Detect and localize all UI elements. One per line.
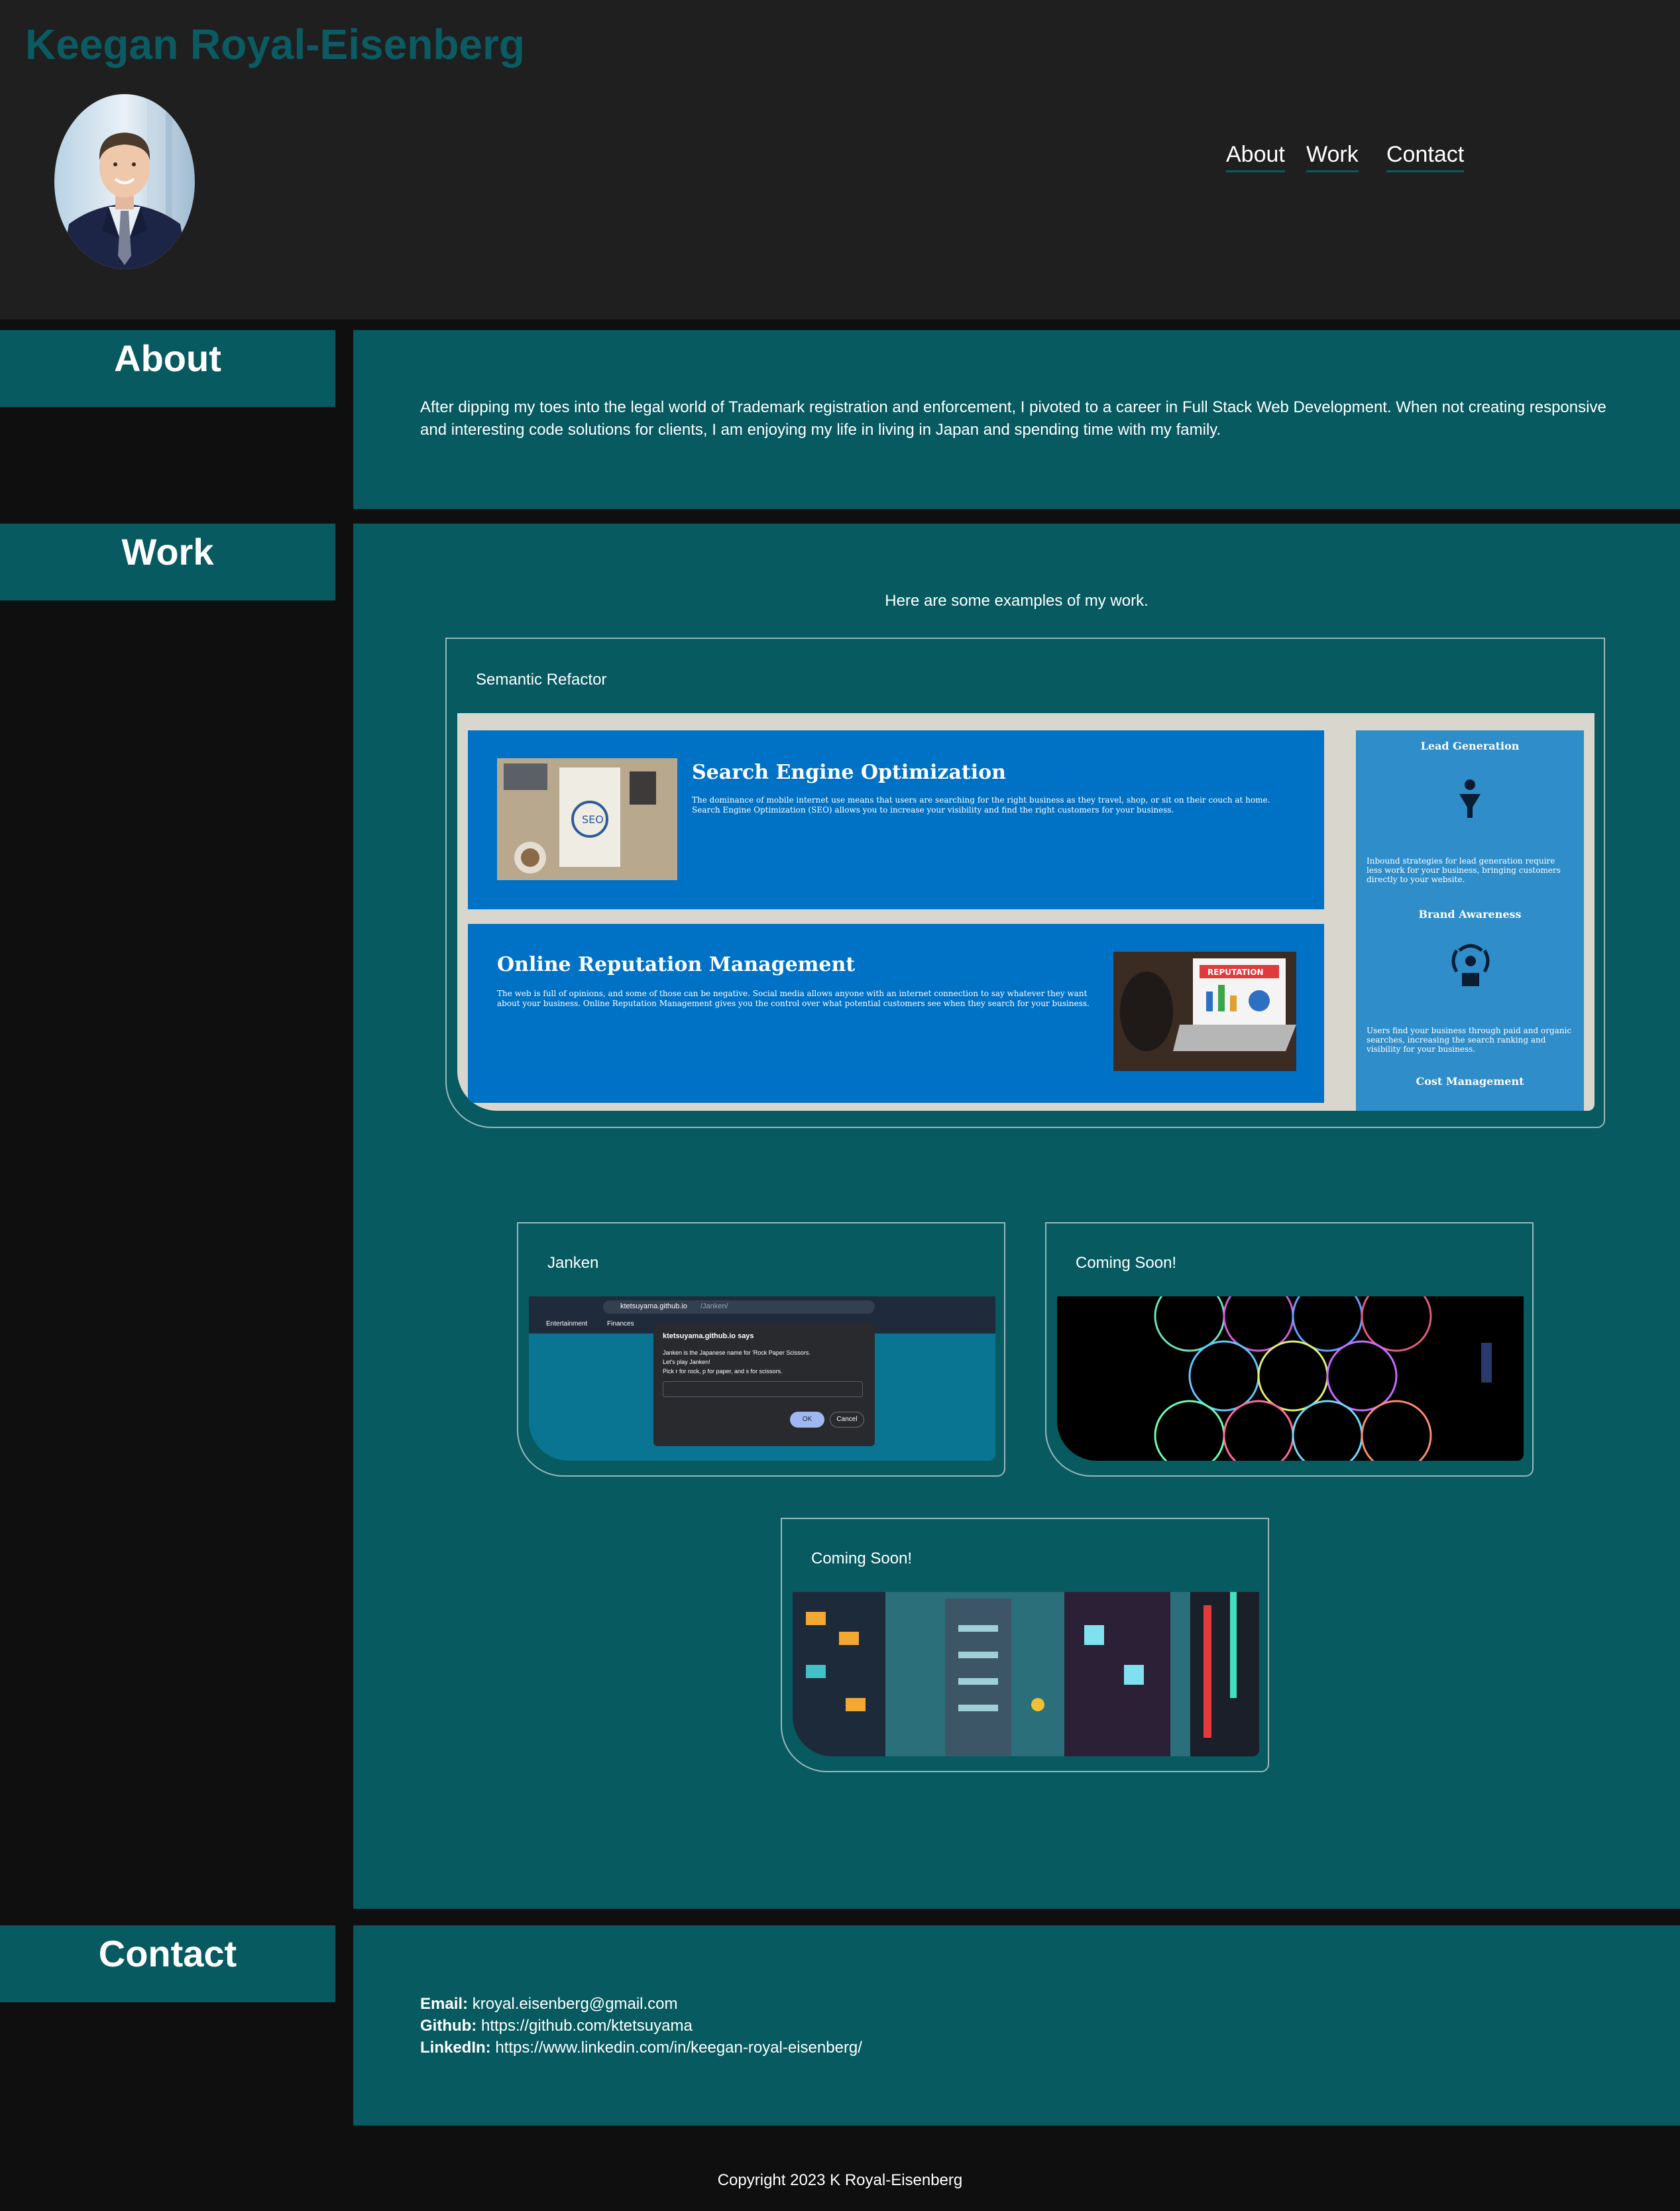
orm-text: The web is full of opinions, and some of…: [497, 989, 1090, 1008]
github-label: Github:: [420, 2017, 477, 2035]
project-screenshot[interactable]: [1057, 1296, 1524, 1461]
contact-email-row: Email: kroyal.eisenberg@gmail.com: [420, 1993, 862, 2015]
url-bar: ktetsuyama.github.io /Janken/: [603, 1300, 875, 1314]
about-panel: After dipping my toes into the legal wor…: [353, 330, 1680, 509]
project-card-coming-soon[interactable]: Coming Soon!: [781, 1518, 1269, 1772]
flower-of-life-image: [1154, 1296, 1492, 1461]
project-title: Coming Soon!: [811, 1550, 913, 1567]
dialog-ok-button: OK: [790, 1412, 824, 1428]
side-column: Lead Generation Inbound strategies for l…: [1356, 730, 1584, 1111]
orm-heading: Online Reputation Management: [497, 953, 856, 976]
project-title: Janken: [547, 1254, 599, 1272]
funnel-icon: [1457, 777, 1483, 823]
city-illustration-image: [793, 1592, 1259, 1756]
seo-text: The dominance of mobile internet use mea…: [692, 795, 1270, 815]
nav-work-link[interactable]: Work: [1306, 142, 1359, 172]
linkedin-value[interactable]: https://www.linkedin.com/in/keegan-royal…: [495, 2039, 862, 2057]
linkedin-label: LinkedIn:: [420, 2039, 491, 2057]
contact-heading: Contact: [98, 1933, 237, 1974]
bookmark-entertainment: Entertainment: [546, 1320, 588, 1328]
contact-panel: Email: kroyal.eisenberg@gmail.com Github…: [353, 1925, 1680, 2126]
project-card-coming-soon[interactable]: Coming Soon!: [1045, 1222, 1534, 1477]
dialog-input: [663, 1381, 863, 1397]
work-intro: Here are some examples of my work.: [885, 592, 1148, 610]
orm-image: REPUTATION: [1113, 952, 1296, 1071]
dialog-cancel-button: Cancel: [830, 1412, 864, 1428]
seo-image: SEO: [497, 758, 677, 880]
side-lead-heading: Lead Generation: [1420, 740, 1520, 752]
project-card-semantic-refactor[interactable]: Semantic Refactor SEO Search Engine Opti…: [445, 638, 1605, 1128]
project-screenshot[interactable]: ktetsuyama.github.io /Janken/ Entertainm…: [529, 1296, 995, 1461]
nav-about-link[interactable]: About: [1226, 142, 1285, 172]
work-heading: Work: [121, 531, 214, 573]
work-panel: Here are some examples of my work. Seman…: [353, 524, 1680, 1909]
dialog-line: Janken is the Japanese name for 'Rock Pa…: [663, 1349, 811, 1356]
side-cost-heading: Cost Management: [1416, 1075, 1524, 1088]
work-label: Work: [0, 524, 335, 600]
dialog-title: ktetsuyama.github.io says: [663, 1332, 754, 1340]
about-text: After dipping my toes into the legal wor…: [420, 398, 1606, 439]
about-heading: About: [114, 337, 221, 379]
dialog-line: Let's play Janken!: [663, 1359, 710, 1365]
side-lead-text: Inbound strategies for lead generation r…: [1367, 856, 1561, 884]
broadcast-icon: [1447, 941, 1494, 988]
side-brand-text: Users find your business through paid an…: [1367, 1026, 1572, 1054]
project-card-janken[interactable]: Janken ktetsuyama.github.io /Janken/ Ent…: [517, 1222, 1005, 1477]
email-label: Email:: [420, 1995, 469, 2013]
seo-heading: Search Engine Optimization: [692, 761, 1006, 784]
contact-github-row: Github: https://github.com/ktetsuyama: [420, 2015, 862, 2037]
project-screenshot[interactable]: SEO Search Engine Optimization The domin…: [457, 713, 1595, 1111]
url-host: ktetsuyama.github.io: [620, 1302, 687, 1310]
dialog-line: Pick r for rock, p for paper, and s for …: [663, 1368, 783, 1375]
project-screenshot[interactable]: [793, 1592, 1259, 1756]
contact-linkedin-row: LinkedIn: https://www.linkedin.com/in/ke…: [420, 2037, 862, 2059]
rep-badge: REPUTATION: [1207, 968, 1263, 977]
footer-copyright: Copyright 2023 K Royal-Eisenberg: [717, 2171, 963, 2189]
about-label: About: [0, 330, 335, 407]
project-title: Coming Soon!: [1076, 1254, 1177, 1272]
side-brand-heading: Brand Awareness: [1418, 908, 1522, 921]
project-title: Semantic Refactor: [476, 671, 607, 689]
contact-label: Contact: [0, 1925, 335, 2002]
nav-contact-link[interactable]: Contact: [1386, 142, 1465, 172]
bookmark-finances: Finances: [607, 1320, 634, 1328]
seo-block: SEO Search Engine Optimization The domin…: [468, 730, 1324, 909]
site-title: Keegan Royal-Eisenberg: [25, 21, 525, 68]
contact-list: Email: kroyal.eisenberg@gmail.com Github…: [420, 1993, 862, 2059]
email-value[interactable]: kroyal.eisenberg@gmail.com: [473, 1995, 678, 2013]
profile-photo: [54, 94, 195, 269]
alert-dialog: ktetsuyama.github.io says Janken is the …: [653, 1323, 875, 1446]
github-value[interactable]: https://github.com/ktetsuyama: [481, 2017, 693, 2035]
url-path: /Janken/: [700, 1302, 728, 1310]
seo-badge: SEO: [582, 813, 604, 826]
orm-block: Online Reputation Management The web is …: [468, 924, 1324, 1103]
